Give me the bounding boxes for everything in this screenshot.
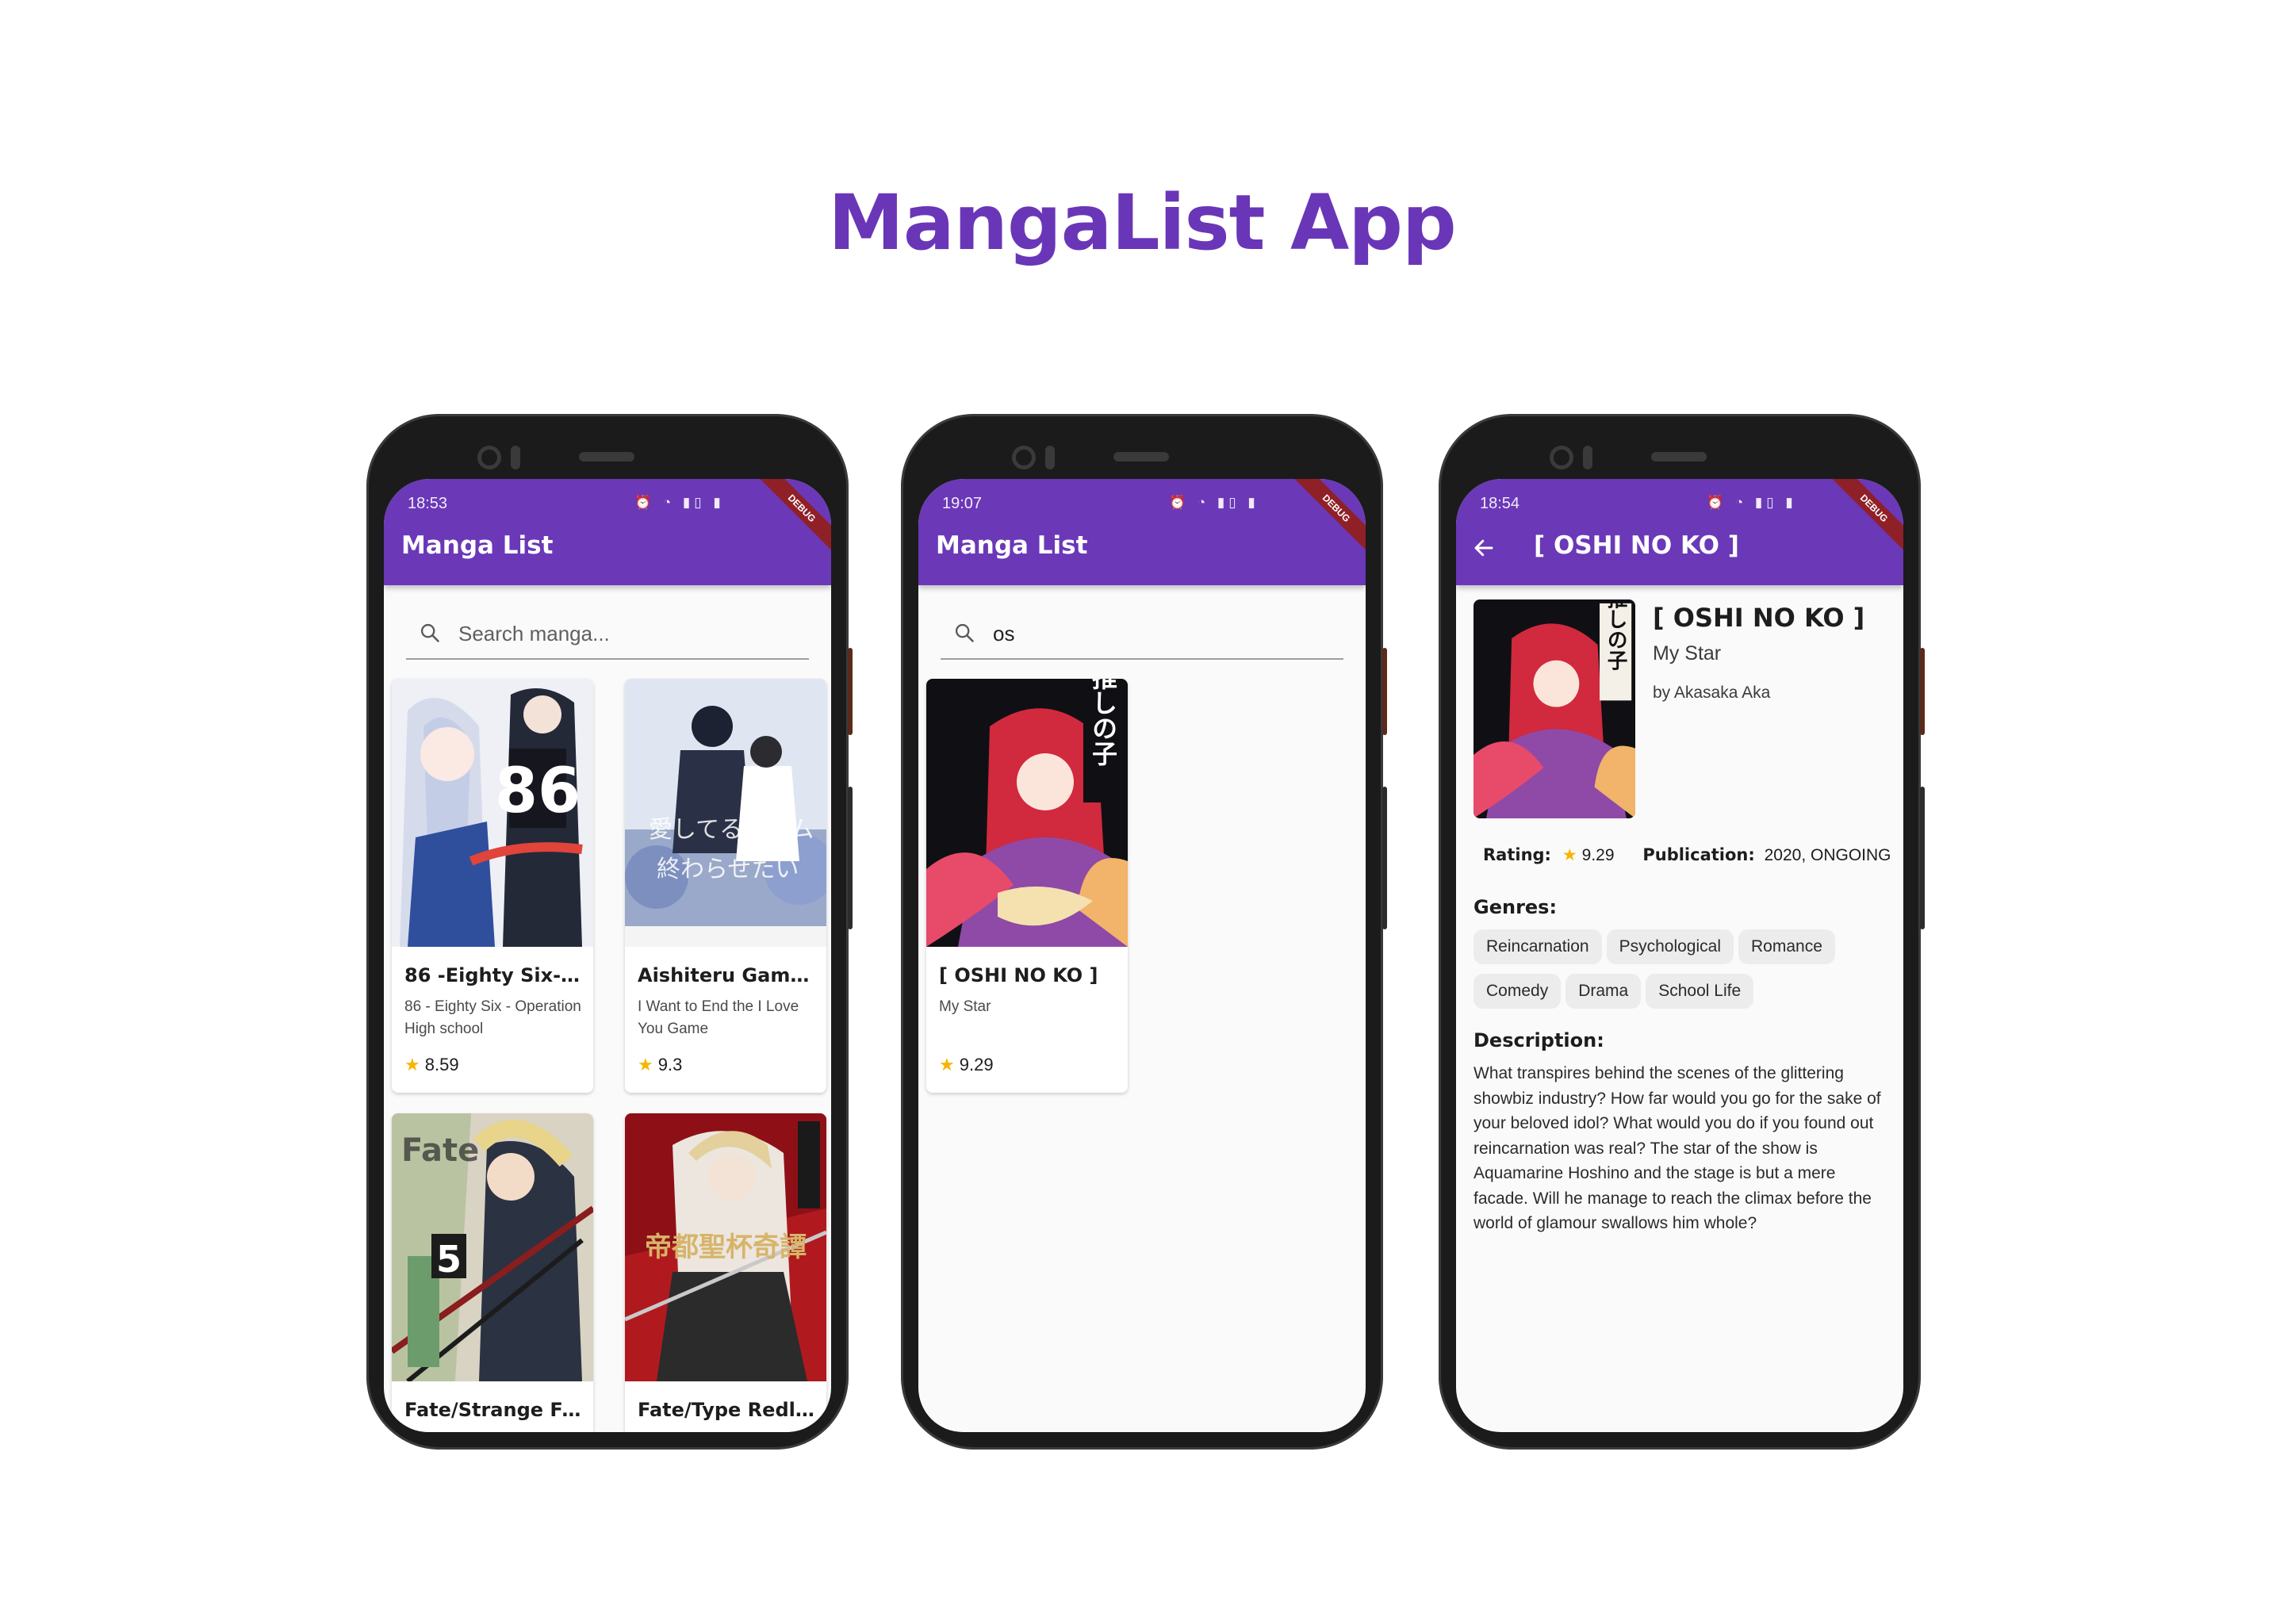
debug-banner: DEBUG: [1826, 479, 1903, 557]
app-bar: 18:53 ⏰ ◔ ▮▯ ▮ DEBUG Manga List: [384, 479, 831, 585]
card-title: Fate/Type Redli...: [638, 1399, 817, 1421]
speaker: [1113, 452, 1169, 462]
cover-label: 推しの子: [1604, 599, 1627, 671]
search-placeholder: Search manga...: [458, 622, 610, 645]
cover-label: 帝都聖杯奇譚: [645, 1231, 807, 1263]
screen: 18:53 ⏰ ◔ ▮▯ ▮ DEBUG Manga List Search m…: [384, 479, 831, 1432]
genre-chip[interactable]: Romance: [1738, 929, 1835, 964]
phone-detail: 18:54 ⏰ ◔ ▮▯ ▮ DEBUG [ OSHI NO KO ] 推しの子…: [1439, 414, 1925, 1450]
manga-cover-image: 推しの子: [926, 679, 1128, 947]
volume-button: [1382, 787, 1387, 929]
app-bar: 18:54 ⏰ ◔ ▮▯ ▮ DEBUG [ OSHI NO KO ]: [1456, 479, 1903, 585]
status-icons: ⏰ ◔ ▮▯ ▮: [634, 495, 725, 510]
manga-cover-image: 推しの子: [1473, 599, 1635, 818]
search-icon: [955, 623, 974, 642]
screen: 19:07 ⏰ ◔ ▮▯ ▮ DEBUG Manga List os 推しの子: [918, 479, 1366, 1432]
genre-chip[interactable]: Reincarnation: [1473, 929, 1602, 964]
search-input[interactable]: os: [941, 606, 1343, 660]
genre-chip[interactable]: School Life: [1646, 974, 1754, 1009]
phone-list: 18:53 ⏰ ◔ ▮▯ ▮ DEBUG Manga List Search m…: [366, 414, 853, 1450]
power-button: [848, 648, 853, 735]
manga-cover-image: 帝都聖杯奇譚: [625, 1113, 826, 1381]
star-icon: ★: [404, 1055, 420, 1074]
card-rating: ★ 9.3: [638, 1055, 682, 1075]
status-icons: ⏰ ◔ ▮▯ ▮: [1707, 495, 1797, 510]
svg-text:Fate: Fate: [401, 1132, 479, 1169]
card-subtitle: 86 - Eighty Six - Operation High school: [404, 998, 581, 1037]
screen: 18:54 ⏰ ◔ ▮▯ ▮ DEBUG [ OSHI NO KO ] 推しの子…: [1456, 479, 1903, 1432]
rating-value: 9.29: [959, 1055, 994, 1074]
card-title: [ OSHI NO KO ]: [939, 964, 1098, 986]
description-text: What transpires behind the scenes of the…: [1473, 1064, 1881, 1232]
genres-label: Genres:: [1473, 896, 1558, 918]
card-subtitle: I Want to End the I Love You Game: [638, 998, 799, 1037]
card-rating: ★ 9.29: [939, 1055, 994, 1075]
search-value: os: [993, 622, 1015, 645]
speaker: [579, 452, 634, 462]
app-bar-title: [ OSHI NO KO ]: [1534, 531, 1739, 560]
publication-value: 2020, ONGOING: [1764, 846, 1891, 864]
manga-card[interactable]: 86 86 -Eighty Six- ... 86 - Eighty Six -…: [392, 679, 593, 1093]
star-icon: ★: [638, 1055, 653, 1074]
phone-search: 19:07 ⏰ ◔ ▮▯ ▮ DEBUG Manga List os 推しの子: [901, 414, 1387, 1450]
page-title: MangaList App: [828, 178, 1456, 267]
power-button: [1382, 648, 1387, 735]
speaker: [1651, 452, 1707, 462]
manga-card[interactable]: 推しの子 [ OSHI NO KO ] My Star ★ 9.29: [926, 679, 1128, 1093]
cover-label: 推しの子: [1088, 679, 1118, 766]
card-title: 86 -Eighty Six- ...: [404, 964, 584, 986]
star-icon: ★: [1562, 846, 1577, 864]
back-arrow-icon[interactable]: [1472, 536, 1496, 560]
manga-subtitle: My Star: [1653, 642, 1722, 665]
manga-card[interactable]: 愛してるゲーム 終わらせたい Aishiteru Game ... I Want…: [625, 679, 826, 1093]
rating-label: Rating:: [1483, 845, 1551, 864]
search-input[interactable]: Search manga...: [406, 606, 809, 660]
publication-label: Publication:: [1642, 845, 1755, 864]
manga-author: by Akasaka Aka: [1653, 684, 1771, 702]
app-bar-title: Manga List: [401, 531, 554, 560]
info-row: Rating: ★ 9.29 Publication: 2020, ONGOING: [1483, 845, 1891, 865]
cover-label: 86: [495, 756, 581, 827]
app-bar: 19:07 ⏰ ◔ ▮▯ ▮ DEBUG Manga List: [918, 479, 1366, 585]
manga-cover-image: 86: [392, 679, 593, 947]
status-time: 18:53: [408, 495, 448, 512]
camera: [1012, 446, 1036, 469]
genre-chips: Reincarnation Psychological Romance Comedy D…: [1473, 929, 1894, 1018]
rating-value: 8.59: [424, 1055, 459, 1074]
camera-sensor: [1583, 446, 1592, 469]
manga-card[interactable]: 帝都聖杯奇譚 Fate/Type Redli...: [625, 1113, 826, 1432]
manga-card[interactable]: Fate 5 Fate/Strange Fa...: [392, 1113, 593, 1432]
status-icons: ⏰ ◔ ▮▯ ▮: [1169, 495, 1259, 510]
genre-chip[interactable]: Psychological: [1606, 929, 1734, 964]
svg-text:終わらせたい: 終わらせたい: [657, 856, 799, 883]
debug-banner: DEBUG: [1288, 479, 1366, 557]
rating-value: 9.29: [1581, 846, 1615, 864]
rating-value: 9.3: [657, 1055, 683, 1074]
manga-cover-image: Fate 5: [392, 1113, 593, 1381]
status-time: 19:07: [942, 495, 983, 512]
card-title: Aishiteru Game ...: [638, 964, 817, 986]
debug-banner: DEBUG: [753, 479, 831, 557]
camera-sensor: [1045, 446, 1055, 469]
genre-chip[interactable]: Comedy: [1473, 974, 1562, 1009]
manga-title: [ OSHI NO KO ]: [1653, 603, 1865, 633]
star-icon: ★: [939, 1055, 955, 1074]
camera-sensor: [511, 446, 520, 469]
description-label: Description:: [1473, 1029, 1604, 1051]
genre-chip[interactable]: Drama: [1565, 974, 1642, 1009]
camera: [1550, 446, 1573, 469]
card-title: Fate/Strange Fa...: [404, 1399, 584, 1421]
svg-text:愛してるゲーム: 愛してるゲーム: [649, 816, 814, 844]
volume-button: [848, 787, 853, 929]
manga-cover-image: 愛してるゲーム 終わらせたい: [625, 679, 826, 947]
card-subtitle: My Star: [939, 998, 991, 1015]
search-icon: [420, 623, 439, 642]
power-button: [1920, 648, 1925, 735]
card-rating: ★ 8.59: [404, 1055, 459, 1075]
volume-button: [1920, 787, 1925, 929]
camera: [477, 446, 501, 469]
cover-label: 5: [436, 1238, 462, 1281]
app-bar-title: Manga List: [936, 531, 1088, 560]
status-time: 18:54: [1480, 495, 1520, 512]
